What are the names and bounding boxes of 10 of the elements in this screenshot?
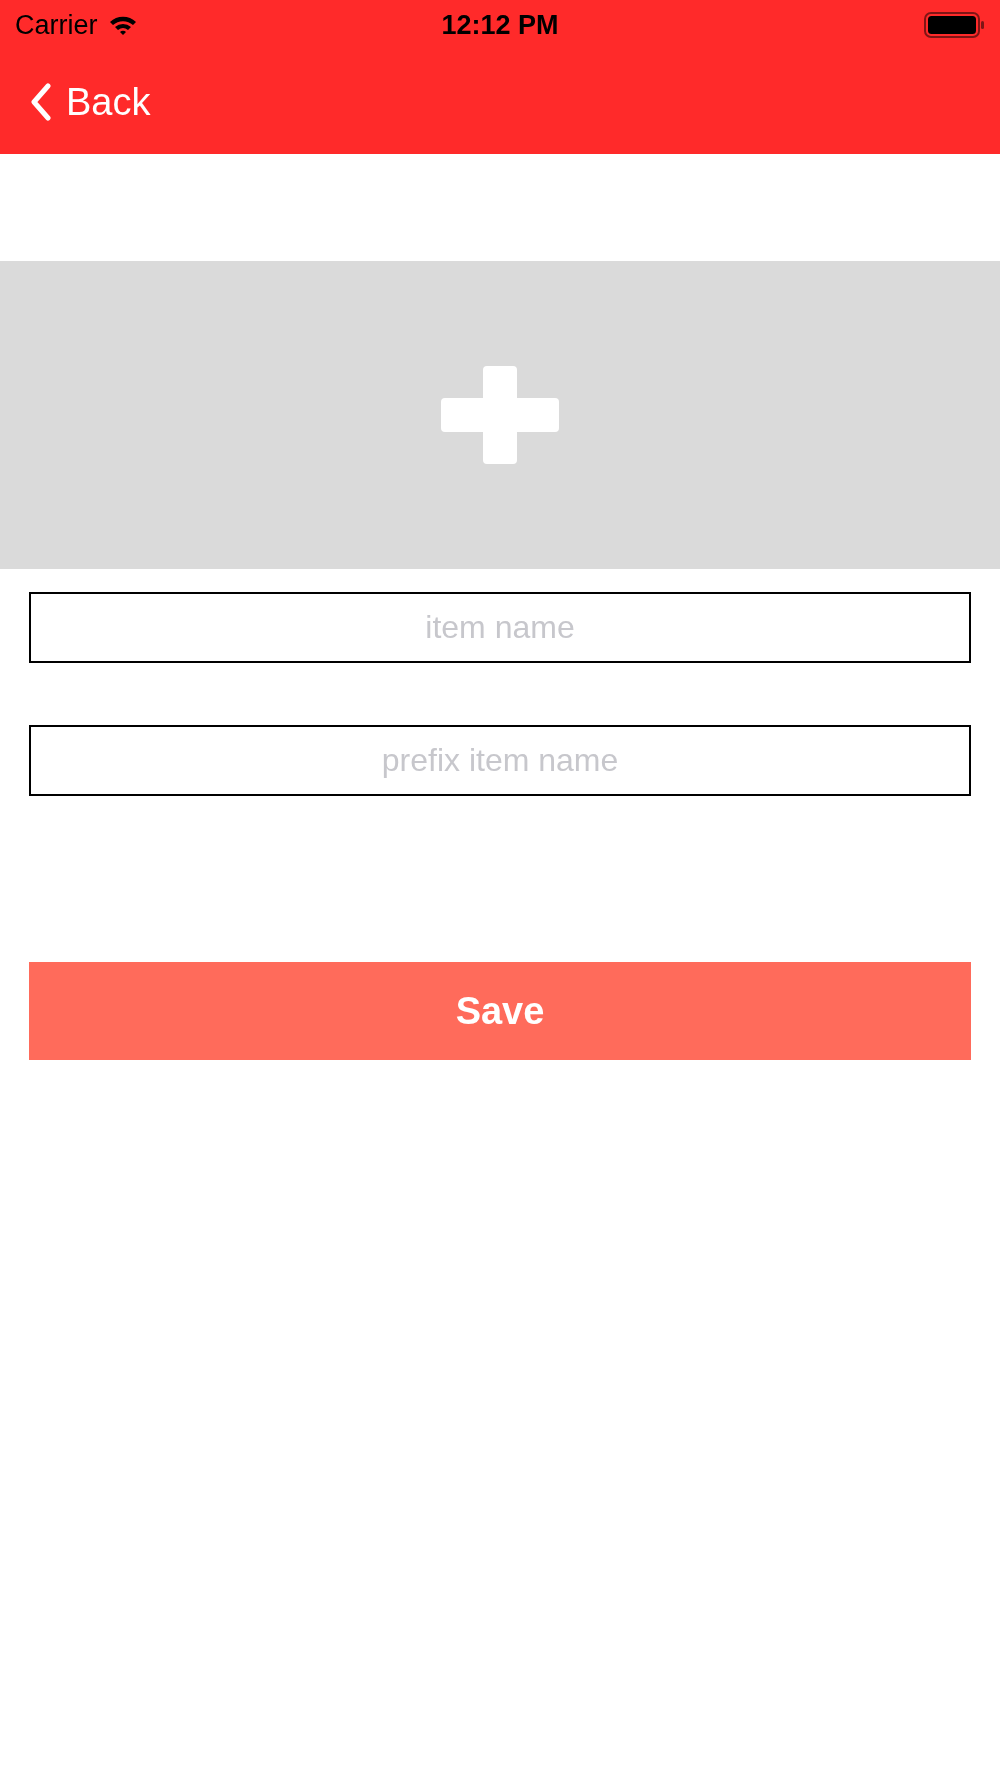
status-time: 12:12 PM [441, 9, 559, 41]
plus-icon [441, 366, 559, 464]
carrier-label: Carrier [15, 9, 98, 41]
back-button[interactable]: Back [30, 80, 151, 124]
chevron-left-icon [30, 83, 52, 121]
add-image-button[interactable] [0, 261, 1000, 569]
text-field[interactable]: prefix item name [29, 725, 971, 796]
save-button[interactable]: Save [29, 962, 971, 1060]
text-field[interactable]: item name [29, 592, 971, 663]
battery-icon [924, 12, 986, 38]
